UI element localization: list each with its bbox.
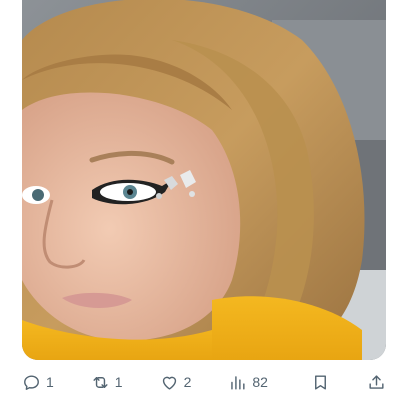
like-count: 2: [183, 374, 192, 390]
reply-icon: [24, 374, 39, 390]
reply-button[interactable]: 1: [22, 368, 54, 396]
repost-button[interactable]: 1: [91, 368, 123, 396]
views-button[interactable]: 82: [228, 368, 268, 396]
analytics-icon: [231, 375, 245, 390]
reply-count: 1: [46, 374, 54, 390]
bookmark-button[interactable]: [311, 368, 330, 396]
selfie-image: [22, 0, 386, 360]
views-count: 82: [252, 374, 268, 390]
repost-count: 1: [114, 374, 123, 390]
post-photo[interactable]: [22, 0, 386, 360]
repost-icon: [93, 376, 108, 388]
share-button[interactable]: [367, 368, 386, 396]
post-action-bar: 1 1 2 82: [22, 368, 386, 396]
heart-icon: [162, 376, 176, 390]
share-icon: [369, 374, 384, 389]
bookmark-icon: [315, 374, 326, 390]
like-button[interactable]: 2: [160, 368, 192, 396]
